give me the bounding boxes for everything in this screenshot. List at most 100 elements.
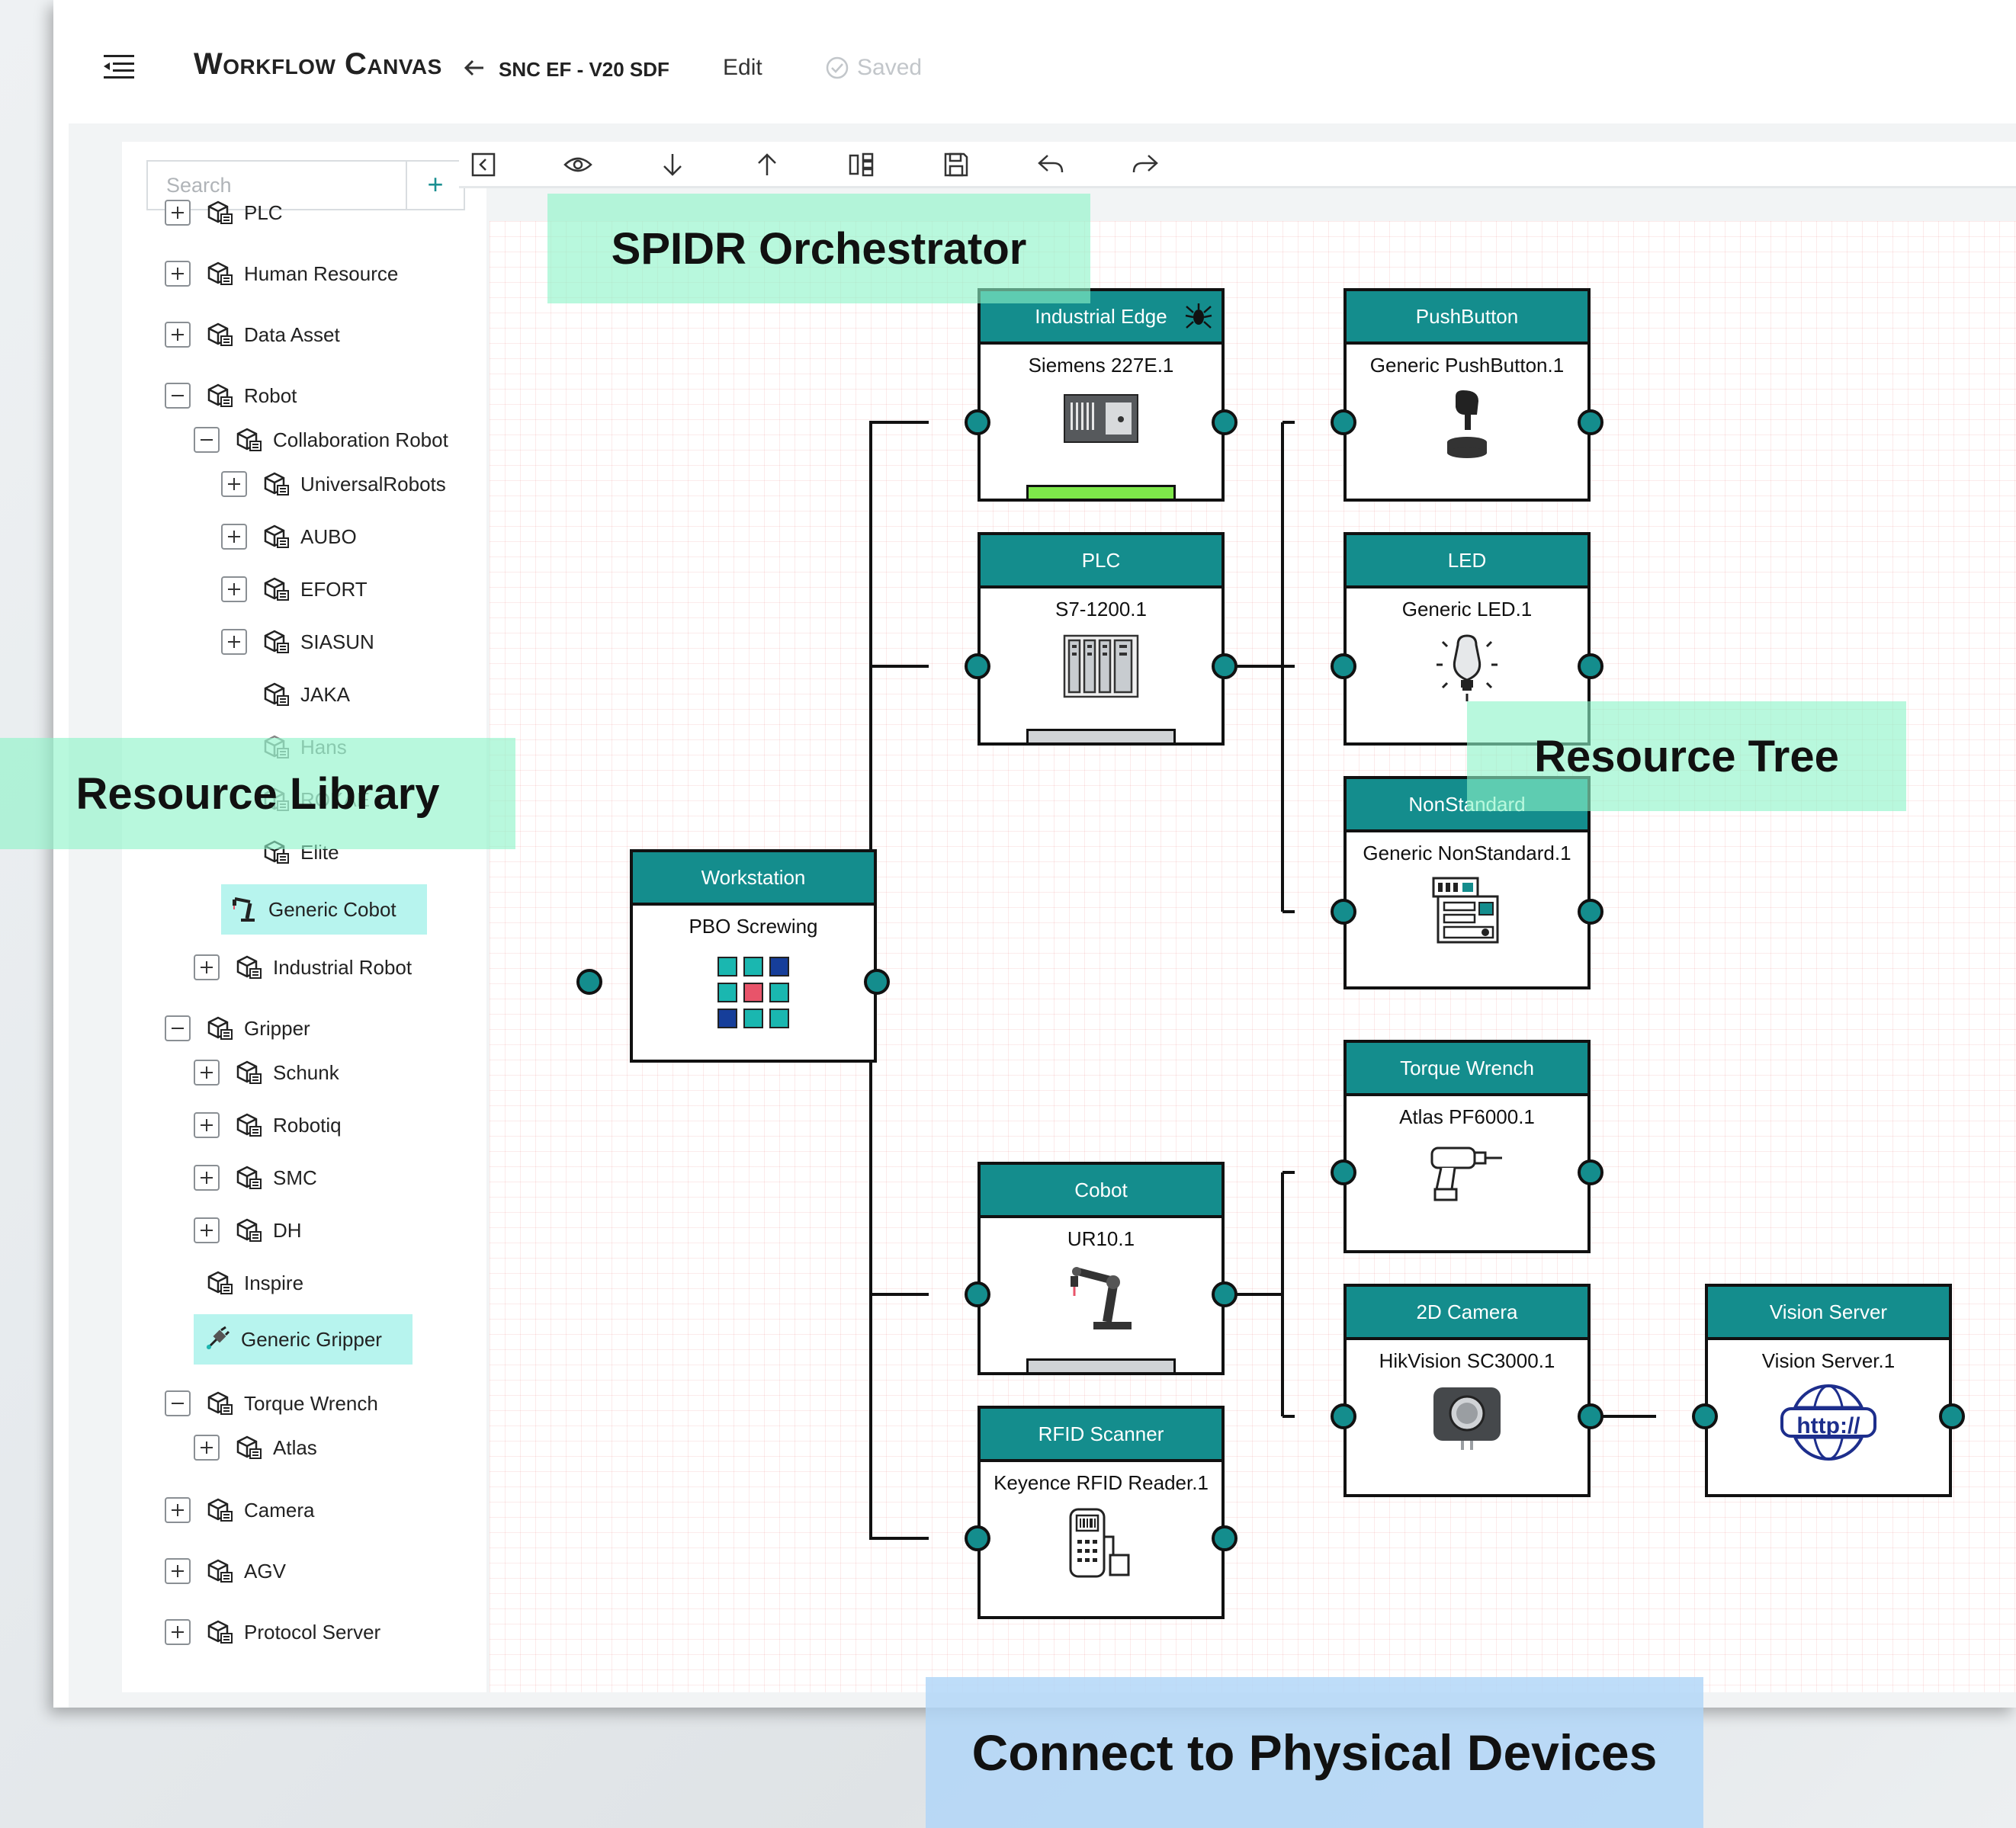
tree-item[interactable]: Data Asset xyxy=(165,317,340,352)
node-type: PLC xyxy=(981,535,1221,588)
port-led-out[interactable] xyxy=(1578,653,1603,679)
tree-item[interactable]: Torque Wrench xyxy=(165,1386,378,1421)
tree-item[interactable]: Schunk xyxy=(194,1055,339,1090)
expand-icon[interactable] xyxy=(165,200,191,226)
expand-icon[interactable] xyxy=(194,1060,220,1086)
tree-item[interactable]: Protocol Server xyxy=(165,1615,380,1650)
tree-item[interactable]: PLC xyxy=(165,195,283,230)
port-nonstandard-in[interactable] xyxy=(1331,899,1356,925)
collapse-icon[interactable] xyxy=(165,1015,191,1041)
back-arrow-icon[interactable] xyxy=(464,59,485,77)
port-torque-in[interactable] xyxy=(1331,1159,1356,1185)
tree-item[interactable]: DH xyxy=(194,1213,302,1248)
resource-box-icon xyxy=(235,1434,262,1461)
resource-box-icon xyxy=(262,628,290,656)
expand-icon[interactable] xyxy=(165,1497,191,1523)
undo-icon[interactable] xyxy=(1035,149,1066,180)
node-cobot[interactable]: Cobot UR10.1 xyxy=(978,1162,1225,1375)
expand-icon[interactable] xyxy=(194,1112,220,1138)
port-vision-out[interactable] xyxy=(1939,1403,1965,1429)
port-led-in[interactable] xyxy=(1331,653,1356,679)
port-cobot-out[interactable] xyxy=(1212,1281,1238,1307)
node-industrial-edge[interactable]: Industrial Edge Siemens 227E.1 xyxy=(978,288,1225,502)
collapse-panel-icon[interactable] xyxy=(468,149,499,180)
port-pushbutton-in[interactable] xyxy=(1331,409,1356,435)
tree-item[interactable]: Industrial Robot xyxy=(194,950,412,985)
expand-icon[interactable] xyxy=(165,261,191,287)
node-rfid-scanner[interactable]: RFID Scanner Keyence RFID Reader.1 xyxy=(978,1406,1225,1619)
resource-box-icon xyxy=(235,1111,262,1139)
tree-item[interactable]: Collaboration Robot xyxy=(194,422,448,457)
node-2d-camera[interactable]: 2D Camera HikVision SC3000.1 xyxy=(1343,1284,1591,1497)
project-name[interactable]: SNC EF - V20 SDF xyxy=(499,58,669,82)
tree-item[interactable]: Robotiq xyxy=(194,1108,342,1143)
node-torque-wrench[interactable]: Torque Wrench Atlas PF6000.1 xyxy=(1343,1040,1591,1253)
tree-item[interactable]: Gripper xyxy=(165,1011,310,1046)
expand-icon[interactable] xyxy=(221,629,247,655)
collapse-icon[interactable] xyxy=(165,383,191,409)
expand-icon[interactable] xyxy=(221,524,247,550)
tree-item[interactable]: AUBO xyxy=(221,519,357,554)
port-workstation-out[interactable] xyxy=(864,969,890,995)
collapse-icon[interactable] xyxy=(165,1390,191,1416)
tree-item[interactable]: Robot xyxy=(165,378,297,413)
tree-item[interactable]: Generic Gripper xyxy=(194,1314,413,1365)
port-workstation-in[interactable] xyxy=(576,969,602,995)
arrow-down-icon[interactable] xyxy=(657,149,688,180)
menu-icon[interactable] xyxy=(104,53,134,79)
collapse-icon[interactable] xyxy=(194,427,220,453)
port-edge-in[interactable] xyxy=(965,409,990,435)
arrow-up-icon[interactable] xyxy=(752,149,782,180)
expand-icon[interactable] xyxy=(221,576,247,602)
expand-icon[interactable] xyxy=(194,1217,220,1243)
resource-box-icon xyxy=(206,199,233,226)
node-workstation[interactable]: Workstation PBO Screwing xyxy=(630,849,877,1063)
port-torque-out[interactable] xyxy=(1578,1159,1603,1185)
expand-icon[interactable] xyxy=(194,954,220,980)
expand-icon[interactable] xyxy=(165,322,191,348)
port-vision-in[interactable] xyxy=(1692,1403,1718,1429)
node-name: Keyence RFID Reader.1 xyxy=(994,1471,1209,1494)
tree-item-label: AGV xyxy=(244,1559,286,1583)
edit-button[interactable]: Edit xyxy=(723,55,762,81)
port-rfid-in[interactable] xyxy=(965,1525,990,1551)
tree-item[interactable]: JAKA xyxy=(221,677,350,712)
tree-item-label: Robotiq xyxy=(273,1113,342,1137)
port-edge-out[interactable] xyxy=(1212,409,1238,435)
port-plc-out[interactable] xyxy=(1212,653,1238,679)
node-plc[interactable]: PLC S7-1200.1 xyxy=(978,532,1225,746)
expand-icon[interactable] xyxy=(194,1165,220,1191)
tree-item-label: SIASUN xyxy=(300,630,374,653)
tree-item[interactable]: UniversalRobots xyxy=(221,467,446,502)
tree-item[interactable]: EFORT xyxy=(221,572,368,607)
tree-item[interactable]: Atlas xyxy=(194,1430,317,1465)
layout-icon[interactable] xyxy=(846,149,877,180)
tree-item[interactable]: Inspire xyxy=(165,1265,303,1300)
workflow-canvas[interactable]: Workstation PBO Screwing Industrial Edge… xyxy=(490,221,2016,1692)
port-nonstandard-out[interactable] xyxy=(1578,899,1603,925)
tree-item[interactable]: AGV xyxy=(165,1554,286,1589)
port-rfid-out[interactable] xyxy=(1212,1525,1238,1551)
eye-icon[interactable] xyxy=(563,149,593,180)
expand-icon[interactable] xyxy=(221,471,247,497)
tree-item[interactable]: SMC xyxy=(194,1160,317,1195)
expand-icon[interactable] xyxy=(165,1619,191,1645)
port-pushbutton-out[interactable] xyxy=(1578,409,1603,435)
add-resource-button[interactable]: + xyxy=(406,162,464,209)
redo-icon[interactable] xyxy=(1130,149,1160,180)
expand-icon[interactable] xyxy=(194,1435,220,1461)
port-cobot-in[interactable] xyxy=(965,1281,990,1307)
resource-box-icon xyxy=(206,1557,233,1585)
port-camera-in[interactable] xyxy=(1331,1403,1356,1429)
save-icon[interactable] xyxy=(941,149,971,180)
port-plc-in[interactable] xyxy=(965,653,990,679)
tree-item[interactable]: SIASUN xyxy=(221,624,374,659)
node-vision-server[interactable]: Vision Server Vision Server.1 http:// xyxy=(1705,1284,1952,1497)
node-pushbutton[interactable]: PushButton Generic PushButton.1 xyxy=(1343,288,1591,502)
expand-icon[interactable] xyxy=(165,1558,191,1584)
tree-item[interactable]: Camera xyxy=(165,1493,314,1528)
tree-item[interactable]: Human Resource xyxy=(165,256,398,291)
port-camera-out[interactable] xyxy=(1578,1403,1603,1429)
tree-item[interactable]: Generic Cobot xyxy=(221,884,427,935)
resource-box-icon xyxy=(235,1164,262,1191)
